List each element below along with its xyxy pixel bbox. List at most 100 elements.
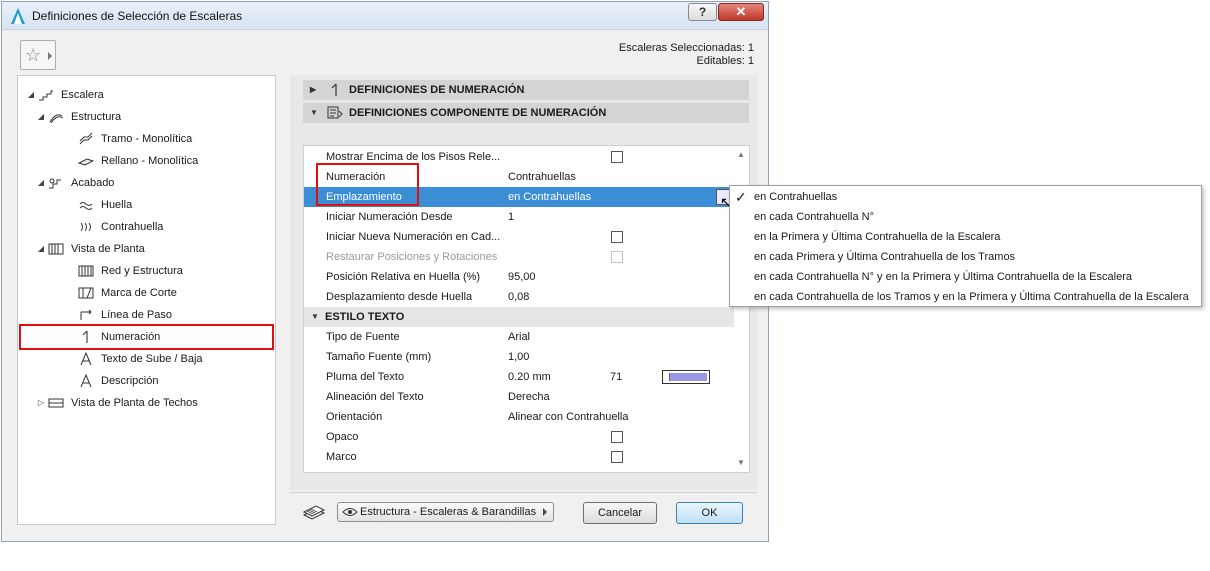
property-row[interactable]: Marco [304, 447, 734, 467]
tree-item-label: Acabado [71, 177, 115, 189]
property-value[interactable]: Alinear con Contrahuella [508, 407, 628, 427]
property-row[interactable]: Restaurar Posiciones y Rotaciones [304, 247, 734, 267]
property-checkbox[interactable] [611, 151, 623, 163]
highlight-box-properties [316, 163, 419, 206]
dropdown-option-label: en cada Contrahuella de los Tramos y en … [754, 291, 1189, 303]
collapse-arrow-icon[interactable]: ◢ [36, 107, 46, 127]
break-mark-icon [78, 287, 94, 299]
tree-item-label: Línea de Paso [101, 309, 172, 321]
pen-number[interactable]: 71 [610, 367, 650, 387]
property-label: Iniciar Numeración Desde [326, 211, 453, 223]
dropdown-option[interactable]: en cada Contrahuella de los Tramos y en … [730, 287, 1201, 307]
tree-item-label: Descripción [101, 375, 159, 387]
property-label: Tamaño Fuente (mm) [326, 351, 432, 363]
title-bar: Definiciones de Selección de Escaleras ?… [2, 2, 768, 30]
tree-item-label: Rellano - Monolítica [101, 155, 199, 167]
dropdown-option[interactable]: ✓ en Contrahuellas [730, 187, 1201, 207]
collapse-icon: ▼ [311, 312, 319, 321]
layer-stack-icon [302, 505, 326, 520]
numbering-component-icon [327, 106, 343, 119]
property-value[interactable]: 0,08 [508, 287, 618, 307]
footer-divider [290, 492, 757, 493]
expand-arrow-icon[interactable]: ▷ [36, 393, 46, 413]
property-row[interactable]: Pluma del Texto 0.20 mm 71 [304, 367, 734, 387]
checkmark-icon: ✓ [735, 189, 747, 205]
property-label: Desplazamiento desde Huella [326, 291, 473, 303]
dropdown-option-label: en cada Contrahuella N° y en la Primera … [754, 271, 1132, 283]
property-value[interactable]: 95,00 [508, 267, 618, 287]
property-group-header[interactable]: ▼ ESTILO TEXTO [304, 307, 734, 327]
dropdown-option[interactable]: en cada Primera y Última Contrahuella de… [730, 247, 1201, 267]
property-row[interactable]: Alineación del Texto Derecha [304, 387, 734, 407]
property-value[interactable]: en Contrahuellas [508, 187, 618, 207]
app-icon [11, 8, 25, 24]
property-row[interactable]: Desplazamiento desde Huella 0,08 [304, 287, 734, 307]
property-checkbox [611, 251, 623, 263]
property-checkbox[interactable] [611, 431, 623, 443]
favorites-button[interactable]: ☆ [20, 40, 56, 70]
eye-icon [342, 508, 358, 516]
dropdown-option-label: en cada Contrahuella N° [754, 211, 874, 223]
section-numbering-component-header[interactable]: ▼ DEFINICIONES COMPONENTE DE NUMERACIÓN [303, 103, 749, 123]
riser-icon [80, 222, 91, 232]
dropdown-option-label: en la Primera y Última Contrahuella de l… [754, 231, 1001, 243]
window-title: Definiciones de Selección de Escaleras [32, 9, 243, 23]
property-value[interactable]: Derecha [508, 387, 618, 407]
property-row[interactable]: Tamaño Fuente (mm) 1,00 [304, 347, 734, 367]
tree-item-label: Texto de Sube / Baja [101, 353, 203, 365]
tree-item-label: Escalera [61, 89, 104, 101]
property-checkbox[interactable] [611, 451, 623, 463]
tree-item-label: Tramo - Monolítica [101, 133, 193, 145]
scroll-up-icon[interactable]: ▲ [737, 150, 745, 159]
tree-item-label: Vista de Planta [71, 243, 145, 255]
chevron-right-icon [543, 508, 547, 516]
pen-color-fill [669, 373, 707, 381]
property-checkbox[interactable] [611, 231, 623, 243]
collapse-arrow-icon[interactable]: ◢ [36, 239, 46, 259]
property-row[interactable]: Orientación Alinear con Contrahuella [304, 407, 734, 427]
dropdown-option[interactable]: en cada Contrahuella N° y en la Primera … [730, 267, 1201, 287]
property-row[interactable]: Posición Relativa en Huella (%) 95,00 [304, 267, 734, 287]
dropdown-option[interactable]: en la Primera y Última Contrahuella de l… [730, 227, 1201, 247]
collapse-arrow-icon[interactable]: ◢ [36, 173, 46, 193]
walking-line-icon [80, 309, 92, 320]
floor-plan-icon [48, 243, 64, 255]
stair-icon [39, 90, 53, 101]
scroll-down-icon[interactable]: ▼ [737, 458, 745, 467]
property-row[interactable]: Tipo de Fuente Arial [304, 327, 734, 347]
collapse-arrow-icon[interactable]: ◢ [26, 85, 36, 105]
section-label: DEFINICIONES DE NUMERACIÓN [349, 84, 525, 96]
property-value[interactable]: Contrahuellas [508, 167, 618, 187]
dropdown-option-label: en Contrahuellas [754, 191, 838, 203]
property-value[interactable]: Arial [508, 327, 618, 347]
property-value[interactable]: 0.20 mm [508, 367, 618, 387]
property-label: Alineación del Texto [326, 391, 424, 403]
cancel-button[interactable]: Cancelar [583, 502, 657, 524]
tree-item-label: Red y Estructura [101, 265, 183, 277]
chevron-right-icon [48, 52, 52, 60]
text-a-icon [80, 352, 92, 366]
tree-item-label: Contrahuella [101, 221, 164, 233]
property-row[interactable]: Iniciar Nueva Numeración en Cad... [304, 227, 734, 247]
editable-count: Editables: 1 [696, 55, 754, 67]
selected-count: Escaleras Seleccionadas: 1 [618, 42, 754, 54]
collapse-icon: ▼ [310, 108, 318, 117]
star-icon: ☆ [25, 45, 42, 65]
property-label: Tipo de Fuente [326, 331, 400, 343]
property-row[interactable]: Iniciar Numeración Desde 1 [304, 207, 734, 227]
section-label: DEFINICIONES COMPONENTE DE NUMERACIÓN [349, 107, 607, 119]
tree-item-label: Huella [101, 199, 133, 211]
property-label: Orientación [326, 411, 383, 423]
dropdown-option[interactable]: en cada Contrahuella N° [730, 207, 1201, 227]
property-value[interactable]: 1,00 [508, 347, 618, 367]
close-button[interactable]: ✕ [718, 3, 764, 21]
section-numbering-header[interactable]: ▶ DEFINICIONES DE NUMERACIÓN [303, 80, 749, 100]
tread-icon [79, 202, 93, 210]
ok-button[interactable]: OK [676, 502, 743, 524]
property-label: Pluma del Texto [326, 371, 405, 383]
pen-color-swatch[interactable] [662, 370, 710, 384]
layer-selector[interactable]: Estructura - Escaleras & Barandillas [337, 502, 554, 522]
property-row[interactable]: Opaco [304, 427, 734, 447]
help-button[interactable]: ? [688, 3, 717, 21]
property-value[interactable]: 1 [508, 207, 618, 227]
